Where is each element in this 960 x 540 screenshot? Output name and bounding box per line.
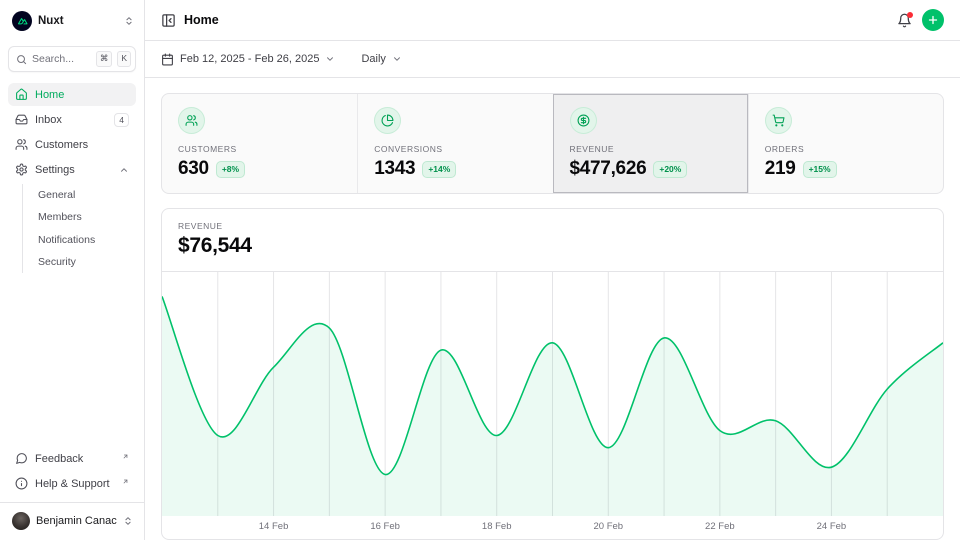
- sidebar-item-customers[interactable]: Customers: [8, 133, 136, 156]
- kbd-cmd: ⌘: [96, 51, 113, 66]
- sidebar-subitem-members[interactable]: Members: [32, 207, 136, 229]
- x-axis-tick: 20 Feb: [593, 521, 623, 532]
- revenue-chart-card: REVENUE $76,544 14 Feb 16 Feb 18 Feb 20 Feb…: [161, 208, 944, 540]
- avatar: [12, 512, 30, 530]
- users-icon: [178, 107, 205, 134]
- search-placeholder: Search...: [32, 53, 91, 65]
- sidebar-item-label: Home: [35, 89, 129, 101]
- inbox-icon: [15, 113, 28, 126]
- sidebar-nav: Home Inbox 4 Customers Settings: [8, 83, 136, 273]
- stat-card-orders[interactable]: ORDERS 219 +15%: [748, 94, 943, 193]
- sidebar: Nuxt Search... ⌘ K Home: [0, 0, 145, 540]
- stat-card-revenue[interactable]: REVENUE $477,626 +20%: [553, 94, 748, 193]
- chart-header: REVENUE $76,544: [162, 209, 943, 272]
- sidebar-item-home[interactable]: Home: [8, 83, 136, 106]
- message-circle-icon: [15, 452, 28, 465]
- external-link-icon: [122, 478, 129, 485]
- inbox-count-badge: 4: [114, 113, 129, 127]
- sidebar-subitem-security[interactable]: Security: [32, 252, 136, 274]
- stat-value: 1343: [374, 158, 415, 180]
- stat-label: CONVERSIONS: [374, 144, 536, 154]
- x-axis-tick: 22 Feb: [705, 521, 735, 532]
- chevron-up-icon: [119, 165, 129, 175]
- user-menu[interactable]: Benjamin Canac: [8, 510, 136, 532]
- date-range-value: Feb 12, 2025 - Feb 26, 2025: [180, 53, 319, 65]
- sidebar-item-label: Settings: [35, 164, 112, 176]
- main-area: Home Feb 12, 2025 - Feb 26, 2025: [145, 0, 960, 540]
- settings-submenu: General Members Notifications Security: [22, 184, 136, 273]
- users-icon: [15, 138, 28, 151]
- new-item-button[interactable]: [922, 9, 944, 31]
- shopping-cart-icon: [765, 107, 792, 134]
- sidebar-item-inbox[interactable]: Inbox 4: [8, 108, 136, 131]
- stat-value: 630: [178, 158, 209, 180]
- sidebar-item-label: Inbox: [35, 114, 107, 126]
- house-icon: [15, 88, 28, 101]
- stat-label: REVENUE: [570, 144, 732, 154]
- stat-card-conversions[interactable]: CONVERSIONS 1343 +14%: [357, 94, 552, 193]
- x-axis-tick: 24 Feb: [817, 521, 847, 532]
- sidebar-item-help-support[interactable]: Help & Support: [8, 472, 136, 495]
- app-root: Nuxt Search... ⌘ K Home: [0, 0, 960, 540]
- external-link-icon: [122, 453, 129, 460]
- panel-left-close-icon[interactable]: [161, 13, 176, 28]
- pie-chart-icon: [374, 107, 401, 134]
- sidebar-divider: [0, 502, 144, 503]
- top-header: Home: [145, 0, 960, 41]
- calendar-icon: [161, 53, 174, 66]
- sidebar-item-label: Help & Support: [35, 478, 114, 490]
- x-axis-tick: 14 Feb: [259, 521, 289, 532]
- revenue-area-chart[interactable]: [162, 272, 943, 516]
- chevron-down-icon: [325, 54, 335, 64]
- stat-delta-badge: +15%: [803, 161, 837, 178]
- stat-label: ORDERS: [765, 144, 927, 154]
- gear-icon: [15, 163, 28, 176]
- page-title: Home: [184, 13, 219, 27]
- circle-dollar-icon: [570, 107, 597, 134]
- stat-delta-badge: +8%: [216, 161, 245, 178]
- chart-current-value: $76,544: [178, 234, 927, 258]
- chart-x-axis: 14 Feb 16 Feb 18 Feb 20 Feb 22 Feb 24 Feb: [162, 516, 943, 538]
- sidebar-footer-nav: Feedback Help & Support: [8, 447, 136, 495]
- sidebar-subitem-general[interactable]: General: [32, 184, 136, 206]
- stat-value: 219: [765, 158, 796, 180]
- stat-label: CUSTOMERS: [178, 144, 341, 154]
- nuxt-logo-icon: [12, 11, 32, 31]
- stat-value: $477,626: [570, 158, 647, 180]
- kbd-k: K: [117, 51, 131, 66]
- filter-toolbar: Feb 12, 2025 - Feb 26, 2025 Daily: [145, 41, 960, 78]
- date-range-picker[interactable]: Feb 12, 2025 - Feb 26, 2025: [161, 53, 335, 66]
- chevrons-up-down-icon: [124, 16, 134, 26]
- sidebar-item-label: Feedback: [35, 453, 114, 465]
- stat-delta-badge: +20%: [653, 161, 687, 178]
- stat-card-customers[interactable]: CUSTOMERS 630 +8%: [162, 94, 357, 193]
- sidebar-item-settings[interactable]: Settings: [8, 158, 136, 181]
- chart-title: REVENUE: [178, 221, 927, 231]
- sidebar-item-label: Customers: [35, 139, 129, 151]
- stat-delta-badge: +14%: [422, 161, 456, 178]
- unread-notification-dot: [907, 12, 913, 18]
- plus-icon: [927, 14, 939, 26]
- info-circle-icon: [15, 477, 28, 490]
- chevron-down-icon: [392, 54, 402, 64]
- workspace-name: Nuxt: [38, 15, 118, 27]
- stats-strip: CUSTOMERS 630 +8% CONVERSIONS 1343 +14%: [161, 93, 944, 194]
- period-select[interactable]: Daily: [361, 53, 401, 65]
- sidebar-subitem-notifications[interactable]: Notifications: [32, 229, 136, 251]
- sidebar-item-feedback[interactable]: Feedback: [8, 447, 136, 470]
- notifications-button[interactable]: [897, 13, 912, 28]
- content: CUSTOMERS 630 +8% CONVERSIONS 1343 +14%: [145, 78, 960, 540]
- search-input[interactable]: Search... ⌘ K: [8, 46, 136, 72]
- chevrons-up-down-icon: [123, 516, 133, 526]
- search-icon: [16, 54, 27, 65]
- sidebar-spacer: [8, 273, 136, 447]
- workspace-selector[interactable]: Nuxt: [8, 9, 136, 31]
- user-name: Benjamin Canac: [36, 515, 117, 527]
- period-value: Daily: [361, 53, 385, 65]
- x-axis-tick: 18 Feb: [482, 521, 512, 532]
- x-axis-tick: 16 Feb: [370, 521, 400, 532]
